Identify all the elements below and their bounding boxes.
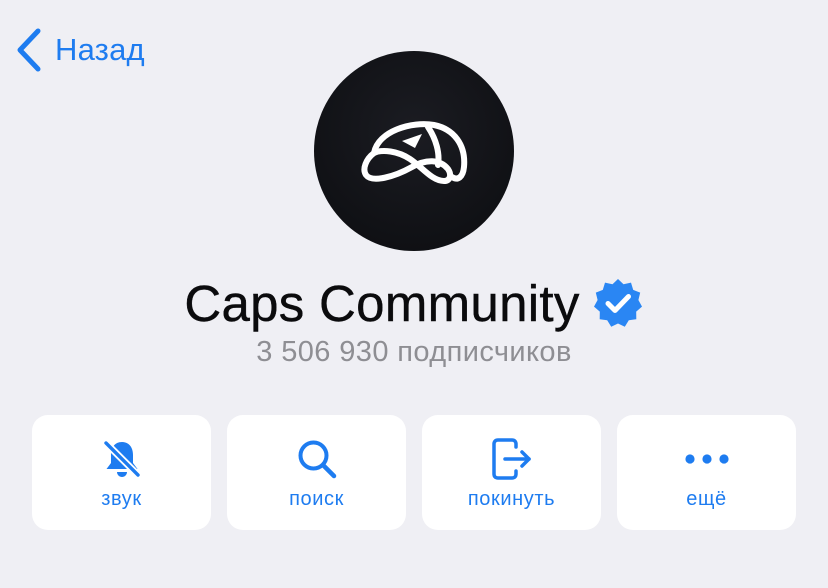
bell-muted-icon xyxy=(102,439,141,479)
more-label: ещё xyxy=(686,488,727,510)
subscriber-count: 3 506 930 подписчиков xyxy=(256,336,572,368)
search-icon xyxy=(298,440,336,479)
more-icon xyxy=(684,454,729,464)
channel-avatar[interactable] xyxy=(314,51,514,251)
mute-label: звук xyxy=(101,488,142,510)
search-button[interactable]: поиск xyxy=(227,415,406,530)
leave-icon xyxy=(491,438,531,480)
chevron-left-icon xyxy=(17,28,41,72)
channel-name: Caps Community xyxy=(184,274,580,332)
channel-title-row: Caps Community xyxy=(0,270,828,336)
verified-badge-icon xyxy=(593,279,642,327)
back-label: Назад xyxy=(55,32,145,67)
cap-logo-icon xyxy=(361,121,468,184)
mute-button[interactable]: звук xyxy=(32,415,211,530)
action-bar: звук поиск покинуть ещё xyxy=(32,415,796,530)
leave-label: покинуть xyxy=(467,488,556,510)
back-button[interactable]: Назад xyxy=(14,26,145,74)
search-label: поиск xyxy=(289,488,344,510)
more-button[interactable]: ещё xyxy=(617,415,796,530)
leave-button[interactable]: покинуть xyxy=(422,415,601,530)
